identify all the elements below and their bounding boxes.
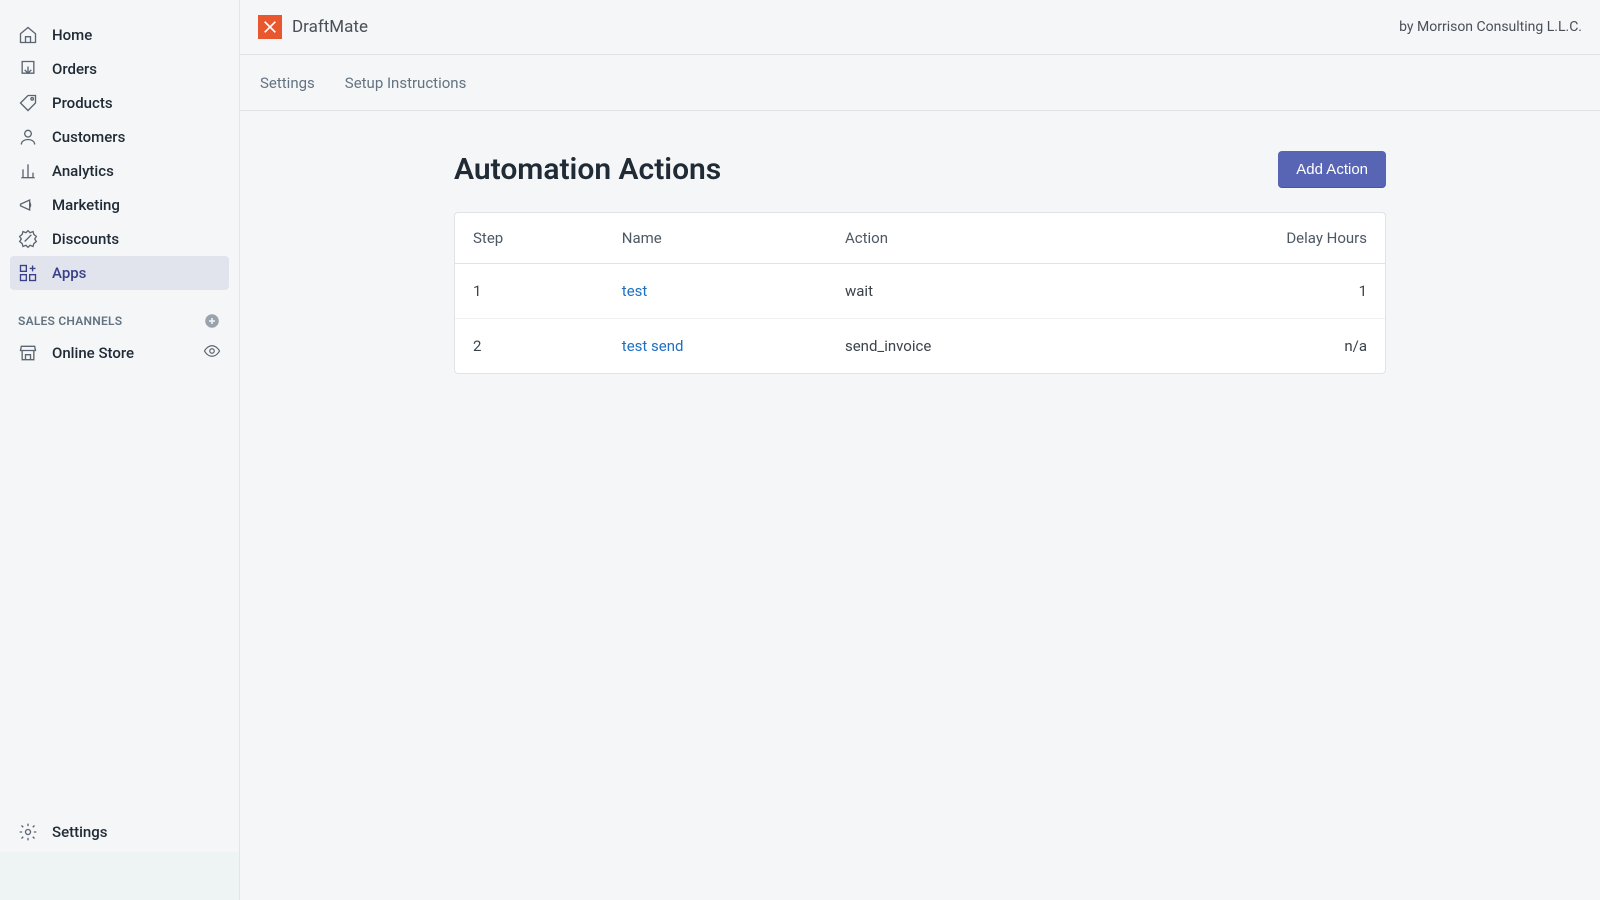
tab-settings[interactable]: Settings: [260, 74, 315, 92]
nav-products[interactable]: Products: [10, 86, 229, 120]
analytics-icon: [18, 161, 38, 181]
nav-label: Orders: [52, 60, 97, 78]
nav-customers[interactable]: Customers: [10, 120, 229, 154]
topbar: DraftMate by Morrison Consulting L.L.C.: [240, 0, 1600, 55]
action-name-link[interactable]: test: [622, 282, 648, 300]
app-brand: DraftMate: [258, 15, 368, 39]
actions-table-card: Step Name Action Delay Hours 1 test wait…: [454, 212, 1386, 374]
cell-action: send_invoice: [827, 319, 1199, 374]
col-delay: Delay Hours: [1199, 213, 1385, 264]
nav-discounts[interactable]: Discounts: [10, 222, 229, 256]
cell-delay: n/a: [1199, 319, 1385, 374]
cell-action: wait: [827, 264, 1199, 319]
content: Automation Actions Add Action Step Name …: [240, 111, 1600, 900]
sales-channels-header: SALES CHANNELS: [0, 312, 239, 330]
by-line: by Morrison Consulting L.L.C.: [1399, 19, 1582, 35]
add-channel-icon[interactable]: [203, 312, 221, 330]
nav-settings[interactable]: Settings: [0, 812, 239, 852]
tag-icon: [18, 93, 38, 113]
discount-icon: [18, 229, 38, 249]
nav-analytics[interactable]: Analytics: [10, 154, 229, 188]
actions-table: Step Name Action Delay Hours 1 test wait…: [455, 213, 1385, 373]
nav-label: Home: [52, 26, 92, 44]
nav-label: Customers: [52, 128, 125, 146]
apps-icon: [18, 263, 38, 283]
megaphone-icon: [18, 195, 38, 215]
nav-label: Apps: [52, 264, 86, 282]
store-icon: [18, 343, 38, 363]
add-action-button[interactable]: Add Action: [1278, 151, 1386, 188]
channel-label: Online Store: [52, 344, 134, 362]
nav-label: Marketing: [52, 196, 120, 214]
settings-label: Settings: [52, 823, 108, 841]
cell-step: 1: [455, 264, 604, 319]
tab-setup-instructions[interactable]: Setup Instructions: [345, 74, 467, 92]
gear-icon: [18, 822, 38, 842]
nav-label: Products: [52, 94, 113, 112]
app-logo-icon: [258, 15, 282, 39]
page-header: Automation Actions Add Action: [454, 151, 1386, 188]
orders-icon: [18, 59, 38, 79]
home-icon: [18, 25, 38, 45]
action-name-link[interactable]: test send: [622, 337, 684, 355]
subtabs: Settings Setup Instructions: [240, 55, 1600, 111]
primary-nav: Home Orders Products Customers Analytics: [0, 18, 239, 290]
cell-delay: 1: [1199, 264, 1385, 319]
cell-step: 2: [455, 319, 604, 374]
app-name: DraftMate: [292, 17, 368, 37]
col-action: Action: [827, 213, 1199, 264]
section-header-label: SALES CHANNELS: [18, 314, 122, 328]
nav-home[interactable]: Home: [10, 18, 229, 52]
table-row: 2 test send send_invoice n/a: [455, 319, 1385, 374]
sidebar-footer-block: [0, 852, 239, 900]
sidebar: Home Orders Products Customers Analytics: [0, 0, 240, 900]
channel-online-store[interactable]: Online Store: [10, 336, 229, 370]
person-icon: [18, 127, 38, 147]
nav-apps[interactable]: Apps: [10, 256, 229, 290]
nav-orders[interactable]: Orders: [10, 52, 229, 86]
nav-label: Analytics: [52, 162, 114, 180]
col-name: Name: [604, 213, 827, 264]
page-title: Automation Actions: [454, 152, 721, 187]
col-step: Step: [455, 213, 604, 264]
table-row: 1 test wait 1: [455, 264, 1385, 319]
nav-label: Discounts: [52, 230, 119, 248]
eye-icon[interactable]: [203, 342, 221, 364]
main: DraftMate by Morrison Consulting L.L.C. …: [240, 0, 1600, 900]
nav-marketing[interactable]: Marketing: [10, 188, 229, 222]
